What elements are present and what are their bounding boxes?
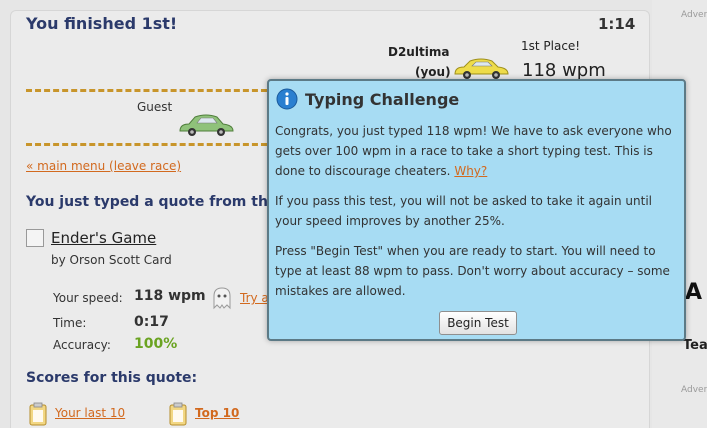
clipboard-icon [29, 402, 47, 426]
dialog-paragraph-1: Congrats, you just typed 118 wpm! We hav… [275, 124, 672, 178]
top-10-scores-link[interactable]: Top 10 [195, 406, 239, 420]
speed-value: 118 wpm [134, 288, 206, 304]
main-menu-link[interactable]: « main menu (leave race) [26, 159, 181, 173]
yellow-car-icon [454, 58, 509, 79]
dialog-paragraph-2: If you pass this test, you will not be a… [275, 194, 652, 228]
book-author: by Orson Scott Card [51, 253, 172, 267]
green-car-icon [179, 114, 234, 136]
dialog-title: Typing Challenge [305, 90, 460, 109]
time-value: 0:17 [134, 314, 169, 330]
advertisement-label-top: Adver [681, 10, 707, 20]
info-icon [276, 88, 298, 110]
accuracy-value: 100% [134, 336, 178, 352]
begin-test-button[interactable]: Begin Test [439, 311, 517, 335]
racer-wpm: 118 wpm [522, 60, 606, 81]
advertisement-label-bottom: Adver [681, 385, 707, 395]
race-timer: 1:14 [598, 15, 636, 33]
race-result-title: You finished 1st! [26, 14, 178, 33]
try-ghost-link[interactable]: Try a [240, 291, 269, 305]
quote-heading: You just typed a quote from the [26, 194, 278, 210]
last-10-scores-link[interactable]: Your last 10 [55, 406, 125, 420]
sidebar-team-label: Tea [683, 338, 707, 353]
why-link[interactable]: Why? [454, 164, 487, 178]
racer-you-label: (you) [415, 65, 451, 79]
broken-image-icon [26, 229, 44, 247]
clipboard-icon [169, 402, 187, 426]
time-label: Time: [53, 316, 87, 330]
scores-heading: Scores for this quote: [26, 370, 198, 386]
accuracy-label: Accuracy: [53, 338, 111, 352]
typing-challenge-dialog: Typing Challenge Congrats, you just type… [267, 79, 686, 341]
dialog-paragraph-3: Press "Begin Test" when you are ready to… [275, 244, 670, 298]
racer-name: D2ultima [388, 45, 450, 59]
guest-name: Guest [137, 100, 173, 114]
track-lane-guest [26, 143, 276, 146]
track-lane-user [26, 89, 276, 92]
speed-label: Your speed: [53, 291, 123, 305]
book-title-link[interactable]: Ender's Game [51, 229, 156, 247]
sidebar-letter: A [685, 280, 703, 305]
ghost-icon [213, 287, 231, 310]
place-label: 1st Place! [521, 39, 581, 53]
